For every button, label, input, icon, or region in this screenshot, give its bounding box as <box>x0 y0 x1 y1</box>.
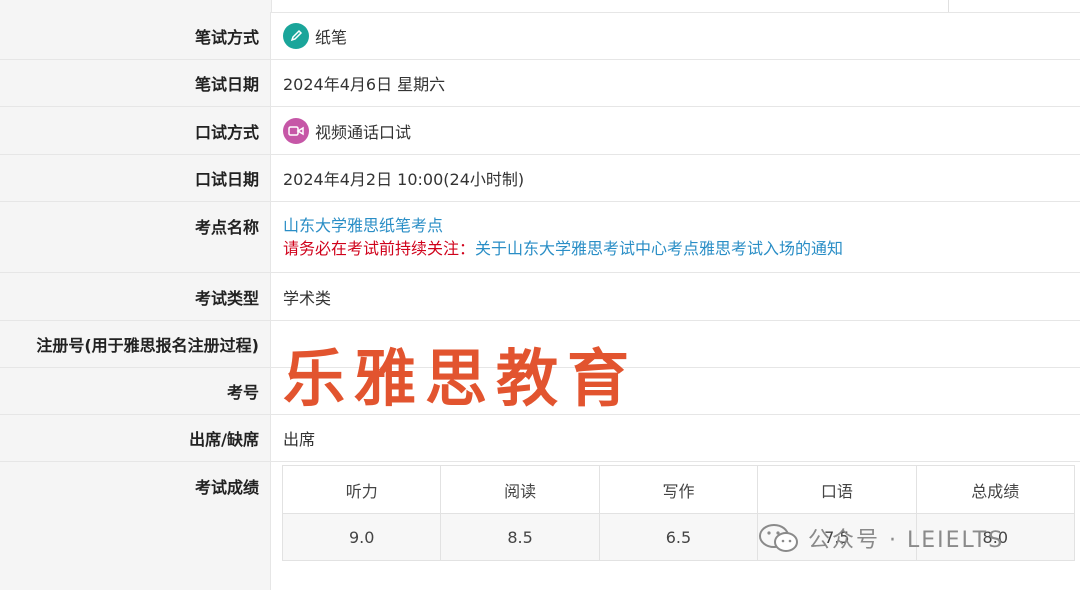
speaking-mode-text: 视频通话口试 <box>315 122 412 142</box>
wechat-account-text: 公众号 · LEIELTS <box>808 528 1005 553</box>
written-mode-text: 纸笔 <box>315 27 348 47</box>
row-label: 笔试方式 <box>0 12 271 59</box>
row-label: 注册号(用于雅思报名注册过程) <box>0 321 271 367</box>
row-speaking-date: 口试日期 2024年4月2日 10:00(24小时制) <box>0 155 1080 202</box>
row-label: 考试成绩 <box>0 462 271 590</box>
row-label: 口试日期 <box>0 155 271 201</box>
score-value: 9.0 <box>281 513 442 561</box>
score-header: 写作 <box>598 465 759 514</box>
video-camera-icon <box>283 117 309 144</box>
row-written-mode: 笔试方式 纸笔 <box>0 12 1080 60</box>
row-value: 2024年4月6日 星期六 <box>283 75 446 94</box>
score-header-row: 听力 阅读 写作 口语 总成绩 <box>281 465 1076 514</box>
row-label: 考点名称 <box>0 202 271 272</box>
top-label-cell <box>0 0 272 12</box>
row-written-date: 笔试日期 2024年4月6日 星期六 <box>0 60 1080 107</box>
row-label: 考试类型 <box>0 273 271 320</box>
score-value: 6.5 <box>598 513 759 561</box>
row-test-center: 考点名称 山东大学雅思纸笔考点 请务必在考试前持续关注：关于山东大学雅思考试中心… <box>0 202 1080 273</box>
score-header: 听力 <box>281 465 442 514</box>
score-header: 总成绩 <box>915 465 1076 514</box>
wechat-icon <box>759 524 798 552</box>
row-value: 出席 <box>283 430 316 449</box>
watermark-text: 乐雅思教育 <box>283 342 639 415</box>
row-value: 学术类 <box>283 288 332 308</box>
pencil-icon <box>283 22 309 49</box>
row-label: 考号 <box>0 368 271 414</box>
row-label: 口试方式 <box>0 107 271 154</box>
row-label: 笔试日期 <box>0 60 271 106</box>
row-value: 视频通话口试 <box>271 107 1080 154</box>
wechat-watermark: 公众号 · LEIELTS <box>758 522 1004 554</box>
row-value: 纸笔 <box>271 12 1080 59</box>
row-test-type: 考试类型 学术类 <box>0 273 1080 321</box>
score-header: 口语 <box>757 465 917 514</box>
row-value: 2024年4月2日 10:00(24小时制) <box>283 170 525 189</box>
row-speaking-mode: 口试方式 视频通话口试 <box>0 107 1080 155</box>
notice-link[interactable]: 关于山东大学雅思考试中心考点雅思考试入场的通知 <box>475 239 843 258</box>
row-value: 山东大学雅思纸笔考点 请务必在考试前持续关注：关于山东大学雅思考试中心考点雅思考… <box>271 202 1080 272</box>
score-value: 8.5 <box>440 513 600 561</box>
test-center-link[interactable]: 山东大学雅思纸笔考点 <box>283 214 443 237</box>
top-divider <box>948 0 949 12</box>
row-label: 出席/缺席 <box>0 415 271 461</box>
score-header: 阅读 <box>440 465 600 514</box>
row-attendance: 出席/缺席 出席 <box>0 415 1080 462</box>
notice-line: 请务必在考试前持续关注：关于山东大学雅思考试中心考点雅思考试入场的通知 <box>283 237 843 260</box>
warning-text: 请务必在考试前持续关注： <box>283 239 476 258</box>
